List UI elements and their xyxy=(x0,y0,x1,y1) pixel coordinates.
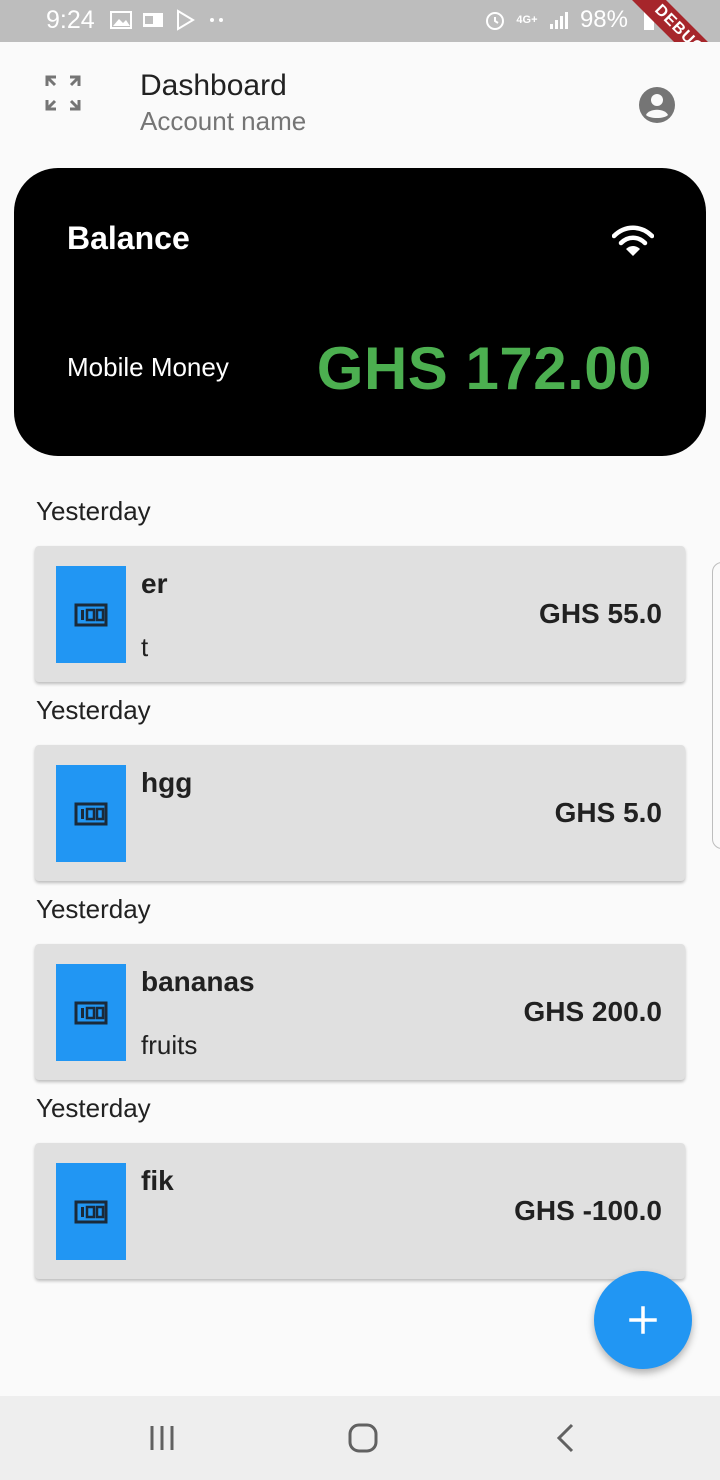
transaction-list: Yesterday er t GHS 55.0 Yesterday hgg GH… xyxy=(0,496,720,1292)
transaction-subtitle: t xyxy=(141,632,149,662)
back-icon[interactable] xyxy=(550,1422,582,1454)
balance-title: Balance xyxy=(67,220,190,256)
system-nav-bar xyxy=(0,1396,720,1480)
status-right-icons: 4G+ 98% xyxy=(484,6,660,34)
transaction-title: fik xyxy=(141,1165,174,1196)
add-transaction-button[interactable] xyxy=(594,1271,692,1369)
balance-card: Balance Mobile Money GHS 172.00 xyxy=(14,168,706,456)
transaction-card[interactable]: hgg GHS 5.0 xyxy=(35,745,685,881)
play-store-icon xyxy=(177,9,195,31)
transaction-title: er xyxy=(141,568,168,599)
outlook-icon xyxy=(143,13,163,27)
transaction-subtitle: fruits xyxy=(141,1030,198,1060)
app-bar-titles: Dashboard Account name xyxy=(140,68,306,138)
network-type: 4G+ xyxy=(516,13,538,26)
transaction-icon-box xyxy=(56,765,126,862)
transaction-amount: GHS 5.0 xyxy=(554,797,662,828)
page-title: Dashboard xyxy=(140,69,287,102)
balance-amount: GHS 172.00 xyxy=(316,335,652,402)
add-icon xyxy=(629,1306,657,1334)
notification-icons xyxy=(110,9,228,31)
date-header: Yesterday xyxy=(36,1093,151,1123)
recents-icon[interactable] xyxy=(147,1422,179,1454)
transaction-group: Yesterday fik GHS -100.0 xyxy=(0,1093,720,1292)
transaction-icon-box xyxy=(56,566,126,663)
transaction-amount: GHS -100.0 xyxy=(514,1195,662,1226)
app-bar: Dashboard Account name xyxy=(0,42,720,162)
transaction-title: hgg xyxy=(141,767,193,798)
status-time: 9:24 xyxy=(46,6,95,34)
transaction-icon-box xyxy=(56,1163,126,1260)
transaction-icon-box xyxy=(56,964,126,1061)
money-icon xyxy=(74,603,108,626)
home-icon[interactable] xyxy=(347,1422,379,1454)
wifi-icon xyxy=(612,225,654,256)
date-header: Yesterday xyxy=(36,695,151,725)
date-header: Yesterday xyxy=(36,894,151,924)
more-dots-icon xyxy=(210,18,223,22)
image-icon xyxy=(110,11,132,29)
account-name: Account name xyxy=(140,106,307,136)
transaction-card[interactable]: bananas fruits GHS 200.0 xyxy=(35,944,685,1080)
transaction-group: Yesterday hgg GHS 5.0 xyxy=(0,695,720,894)
status-bar: 9:24 4G+ 98% DEBUG xyxy=(0,0,720,42)
account-type-label: Mobile Money xyxy=(67,352,229,382)
money-icon xyxy=(74,802,108,825)
transaction-title: bananas xyxy=(141,966,255,997)
account-circle-icon[interactable] xyxy=(636,84,678,126)
scroll-indicator[interactable] xyxy=(712,562,720,849)
transaction-group: Yesterday er t GHS 55.0 xyxy=(0,496,720,695)
date-header: Yesterday xyxy=(36,496,151,526)
money-icon xyxy=(74,1200,108,1223)
transaction-card[interactable]: er t GHS 55.0 xyxy=(35,546,685,682)
signal-icon xyxy=(549,12,568,29)
transaction-amount: GHS 200.0 xyxy=(523,996,662,1027)
transaction-card[interactable]: fik GHS -100.0 xyxy=(35,1143,685,1279)
fullscreen-icon[interactable] xyxy=(42,72,84,114)
transaction-group: Yesterday bananas fruits GHS 200.0 xyxy=(0,894,720,1093)
money-icon xyxy=(74,1001,108,1024)
transaction-amount: GHS 55.0 xyxy=(539,598,662,629)
alarm-icon xyxy=(485,12,504,30)
battery-level: 98% xyxy=(579,6,628,33)
